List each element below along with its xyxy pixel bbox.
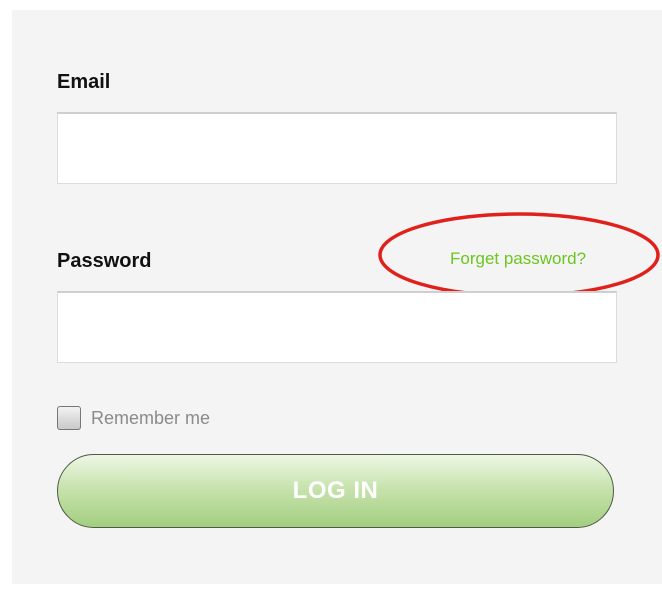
remember-me-checkbox[interactable] xyxy=(57,406,81,430)
login-button[interactable]: LOG IN xyxy=(57,454,614,528)
forgot-password-link[interactable]: Forget password? xyxy=(450,249,586,269)
email-label: Email xyxy=(57,71,111,93)
password-field[interactable] xyxy=(57,291,617,363)
remember-me-row[interactable]: Remember me xyxy=(57,404,210,432)
password-label: Password xyxy=(57,250,152,272)
remember-me-label: Remember me xyxy=(91,407,211,428)
email-field[interactable] xyxy=(57,112,617,184)
